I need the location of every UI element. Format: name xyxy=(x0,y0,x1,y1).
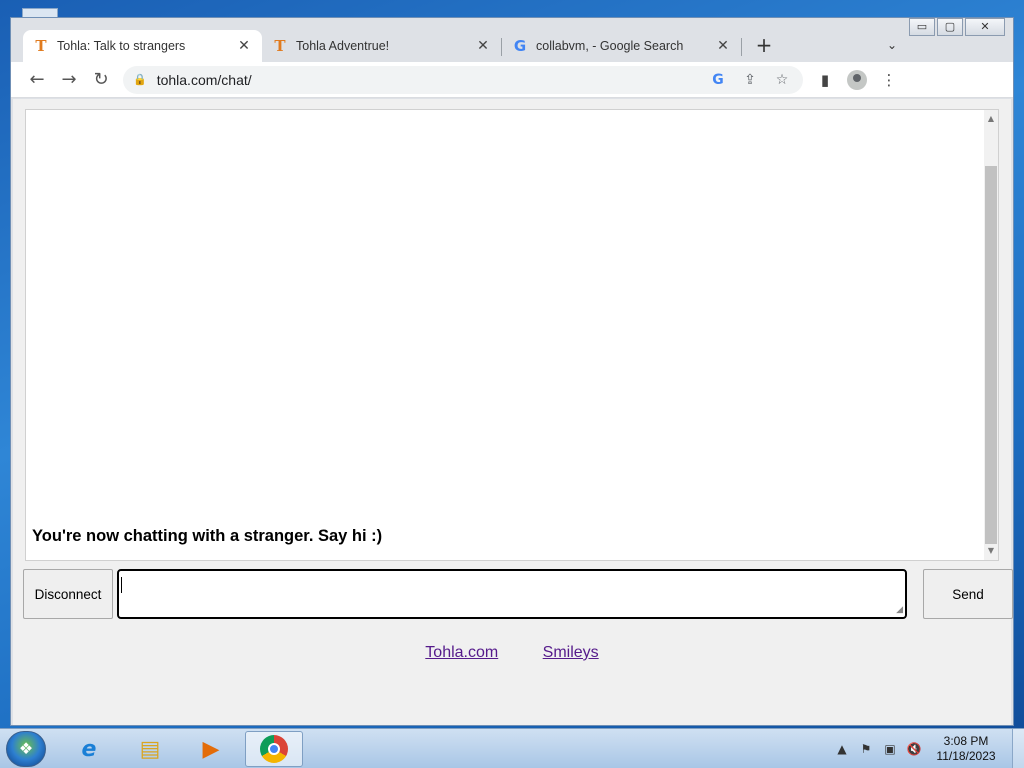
network-icon[interactable]: ▣ xyxy=(878,742,902,756)
chrome-logo-icon xyxy=(260,735,288,763)
tab-title: Tohla Adventrue! xyxy=(296,39,390,53)
file-explorer-taskbar-icon[interactable]: ▤ xyxy=(121,731,179,767)
clock-time: 3:08 PM xyxy=(943,734,989,748)
show-desktop-button[interactable] xyxy=(1012,729,1024,768)
tab-tohla-adventure[interactable]: T Tohla Adventrue! ✕ xyxy=(262,30,501,62)
google-lens-icon[interactable]: G xyxy=(707,72,729,88)
taskbar-clock[interactable]: 3:08 PM 11/18/2023 xyxy=(926,734,1006,764)
tab-tohla-chat[interactable]: T Tohla: Talk to strangers ✕ xyxy=(23,30,262,62)
tab-title: collabvm, - Google Search xyxy=(536,39,684,53)
resize-grip-icon[interactable]: ◢ xyxy=(896,605,903,615)
tohla-favicon-icon: T xyxy=(274,37,286,55)
start-button[interactable]: ❖ xyxy=(6,731,46,767)
tab-separator xyxy=(741,38,742,56)
url-text[interactable]: tohla.com/chat/ xyxy=(157,72,697,88)
tab-close-icon[interactable]: ✕ xyxy=(236,38,252,54)
footer-links: Tohla.com Smileys xyxy=(13,644,1011,662)
action-center-flag-icon[interactable]: ⚑ xyxy=(854,742,878,756)
text-caret xyxy=(121,577,122,593)
google-favicon-icon: G xyxy=(513,37,527,55)
link-smileys[interactable]: Smileys xyxy=(543,644,599,661)
back-button[interactable]: ← xyxy=(21,64,53,96)
scroll-down-icon[interactable]: ▼ xyxy=(984,544,998,558)
side-panel-icon[interactable]: ▮ xyxy=(809,71,841,89)
tab-title: Tohla: Talk to strangers xyxy=(57,39,186,53)
show-hidden-icons-icon[interactable]: ▲ xyxy=(830,742,854,756)
internet-explorer-taskbar-icon[interactable]: e xyxy=(60,731,118,767)
tab-search-button[interactable]: ⌄ xyxy=(879,32,905,58)
chat-log[interactable]: You're now chatting with a stranger. Say… xyxy=(25,109,999,561)
chat-status-message: You're now chatting with a stranger. Say… xyxy=(32,527,383,545)
media-player-taskbar-icon[interactable]: ▶ xyxy=(182,731,240,767)
taskbar: ❖ e ▤ ▶ ▲ ⚑ ▣ 🔇 3:08 PM 11/18/2023 xyxy=(0,728,1024,768)
disconnect-button[interactable]: Disconnect xyxy=(23,569,113,619)
tohla-favicon-icon: T xyxy=(35,37,47,55)
tab-close-icon[interactable]: ✕ xyxy=(475,38,491,54)
tab-close-icon[interactable]: ✕ xyxy=(715,38,731,54)
scroll-up-icon[interactable]: ▲ xyxy=(984,112,998,126)
page-content: You're now chatting with a stranger. Say… xyxy=(13,99,1013,725)
new-tab-button[interactable]: + xyxy=(751,32,777,58)
scroll-thumb[interactable] xyxy=(985,166,997,544)
chat-scrollbar[interactable]: ▲ ▼ xyxy=(984,110,998,560)
chat-message-input[interactable]: ◢ xyxy=(117,569,907,619)
tab-strip: T Tohla: Talk to strangers ✕ T Tohla Adv… xyxy=(11,28,1013,62)
clock-date: 11/18/2023 xyxy=(936,749,996,763)
browser-toolbar: ← → ↻ 🔒 tohla.com/chat/ G ⇪ ☆ ▮ ⋮ xyxy=(11,62,1013,98)
browser-window: ▭ ▢ ✕ T Tohla: Talk to strangers ✕ T Toh… xyxy=(10,17,1014,726)
forward-button[interactable]: → xyxy=(53,64,85,96)
chrome-taskbar-icon[interactable] xyxy=(245,731,303,767)
send-button[interactable]: Send xyxy=(923,569,1013,619)
lock-icon[interactable]: 🔒 xyxy=(133,73,147,86)
chat-controls: Disconnect ◢ Send xyxy=(23,569,1013,621)
volume-muted-icon[interactable]: 🔇 xyxy=(902,742,926,756)
reload-button[interactable]: ↻ xyxy=(85,64,117,96)
address-bar[interactable]: 🔒 tohla.com/chat/ G ⇪ ☆ xyxy=(123,65,803,94)
share-icon[interactable]: ⇪ xyxy=(739,72,761,88)
link-tohla-home[interactable]: Tohla.com xyxy=(425,644,498,661)
tab-google-search[interactable]: G collabvm, - Google Search ✕ xyxy=(502,30,741,62)
windows-logo-icon: ❖ xyxy=(18,739,34,758)
menu-kebab-icon[interactable]: ⋮ xyxy=(873,71,905,89)
system-tray: ▲ ⚑ ▣ 🔇 3:08 PM 11/18/2023 xyxy=(830,729,1024,768)
profile-avatar-icon[interactable] xyxy=(847,69,867,90)
bookmark-star-icon[interactable]: ☆ xyxy=(771,72,793,88)
